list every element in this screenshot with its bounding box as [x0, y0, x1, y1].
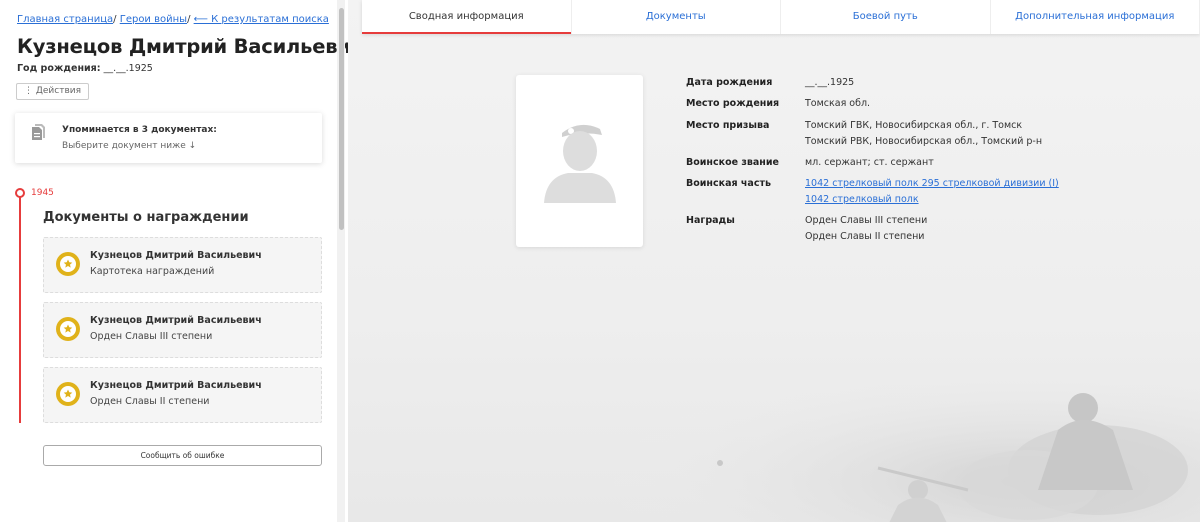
- birth-year-label: Год рождения:: [17, 63, 101, 74]
- award-value: Орден Славы II степени: [805, 231, 925, 242]
- award-description: Орден Славы II степени: [90, 396, 210, 407]
- timeline-line: [19, 197, 21, 423]
- portrait-placeholder: [516, 75, 643, 247]
- documents-icon: [32, 124, 45, 140]
- report-error-button[interactable]: Сообщить об ошибке: [43, 445, 322, 466]
- birth-place-value: Томская обл.: [805, 98, 871, 109]
- birth-date-label: Дата рождения: [686, 77, 773, 88]
- award-description: Картотека награждений: [90, 266, 215, 277]
- tabs-bar: Сводная информация Документы Боевой путь…: [362, 0, 1200, 34]
- medal-icon: [56, 317, 80, 341]
- mentions-title: Упоминается в 3 документах:: [62, 125, 217, 135]
- mentions-subtitle: Выберите документ ниже ↓: [62, 141, 197, 151]
- award-description: Орден Славы III степени: [90, 331, 213, 342]
- draft-place-values: Томский ГВК, Новосибирская обл., г. Томс…: [805, 118, 1042, 150]
- breadcrumb-home-link[interactable]: Главная страница: [17, 14, 113, 25]
- main-panel: Сводная информация Документы Боевой путь…: [348, 0, 1200, 522]
- award-person-name: Кузнецов Дмитрий Васильевич: [90, 380, 262, 391]
- unit-values: 1042 стрелковый полк 295 стрелковой диви…: [805, 176, 1059, 208]
- birth-date-value: __.__.1925: [805, 77, 855, 88]
- tab-summary[interactable]: Сводная информация: [362, 0, 572, 34]
- tab-documents[interactable]: Документы: [572, 0, 781, 34]
- birth-year-value: __.__.1925: [103, 63, 153, 74]
- rank-value: мл. сержант; ст. сержант: [805, 157, 934, 168]
- awards-values: Орден Славы III степени Орден Славы II с…: [805, 213, 927, 245]
- actions-button[interactable]: ⋮ Действия: [16, 83, 90, 100]
- back-to-results-link[interactable]: ⟵ К результатам поиска: [194, 14, 329, 25]
- award-card[interactable]: Кузнецов Дмитрий Васильевич Орден Славы …: [43, 302, 322, 358]
- award-card[interactable]: Кузнецов Дмитрий Васильевич Орден Славы …: [43, 367, 322, 423]
- soldier-silhouette-icon: [544, 124, 616, 203]
- award-value: Орден Славы III степени: [805, 215, 928, 226]
- unit-link[interactable]: 1042 стрелковый полк: [805, 192, 1059, 208]
- page-title: Кузнецов Дмитрий Васильевич: [17, 35, 348, 58]
- draft-place-label: Место призыва: [686, 120, 770, 131]
- background-soldiers-image: [498, 320, 1200, 522]
- mentions-card: Упоминается в 3 документах: Выберите док…: [15, 113, 322, 163]
- awards-label: Награды: [686, 215, 735, 226]
- scrollbar-thumb[interactable]: [339, 8, 344, 230]
- tab-combat-path[interactable]: Боевой путь: [781, 0, 991, 34]
- draft-place-value: Томский ГВК, Новосибирская обл., г. Томс…: [805, 120, 1023, 131]
- breadcrumb: Главная страница/ Герои войны/ ⟵ К резул…: [17, 14, 329, 25]
- timeline-dot: [15, 188, 25, 198]
- birth-place-label: Место рождения: [686, 98, 780, 109]
- rank-label: Воинское звание: [686, 157, 779, 168]
- breadcrumb-heroes-link[interactable]: Герои войны: [120, 14, 187, 25]
- draft-place-value: Томский РВК, Новосибирская обл., Томский…: [805, 136, 1043, 147]
- awards-section-title: Документы о награждении: [43, 210, 249, 225]
- medal-icon: [56, 382, 80, 406]
- timeline-year: 1945: [31, 188, 54, 198]
- tab-additional-info[interactable]: Дополнительная информация: [991, 0, 1200, 34]
- unit-label: Воинская часть: [686, 178, 771, 189]
- medal-icon: [56, 252, 80, 276]
- award-person-name: Кузнецов Дмитрий Васильевич: [90, 250, 262, 261]
- award-card[interactable]: Кузнецов Дмитрий Васильевич Картотека на…: [43, 237, 322, 293]
- birth-year: Год рождения: __.__.1925: [17, 63, 153, 74]
- unit-link[interactable]: 1042 стрелковый полк 295 стрелковой диви…: [805, 176, 1059, 192]
- award-person-name: Кузнецов Дмитрий Васильевич: [90, 315, 262, 326]
- left-panel: Главная страница/ Герои войны/ ⟵ К резул…: [0, 0, 348, 522]
